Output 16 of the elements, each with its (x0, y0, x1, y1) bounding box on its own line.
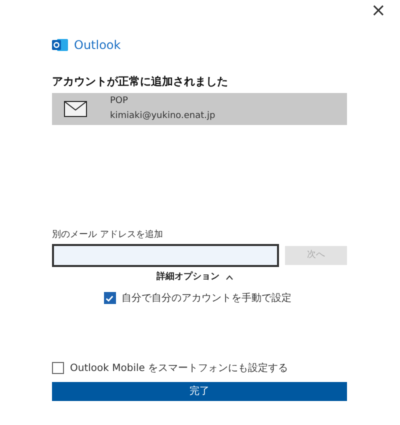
done-button[interactable]: 完了 (52, 382, 347, 400)
advanced-options-toggle[interactable]: 詳細オプション (156, 271, 232, 284)
envelope-icon (64, 101, 87, 117)
email-field[interactable] (52, 244, 279, 267)
account-type: POP (110, 95, 129, 108)
chevron-up-icon (226, 275, 232, 280)
checkbox[interactable] (52, 362, 64, 374)
logo-icon (52, 38, 68, 52)
heading: アカウントが正常に追加されました (52, 75, 229, 89)
checkbox[interactable] (104, 292, 116, 304)
checkbox-label: Outlook Mobile をスマートフォンにも設定する (70, 362, 288, 376)
brand-name: Outlook (74, 37, 121, 54)
field-label: 別のメール アドレスを追加 (52, 229, 164, 241)
checkbox-label: 自分で自分のアカウントを手動で設定 (122, 292, 292, 306)
account-email: kimiaki@yukino.enat.jp (110, 110, 216, 123)
close-button[interactable]: × (368, 0, 388, 22)
